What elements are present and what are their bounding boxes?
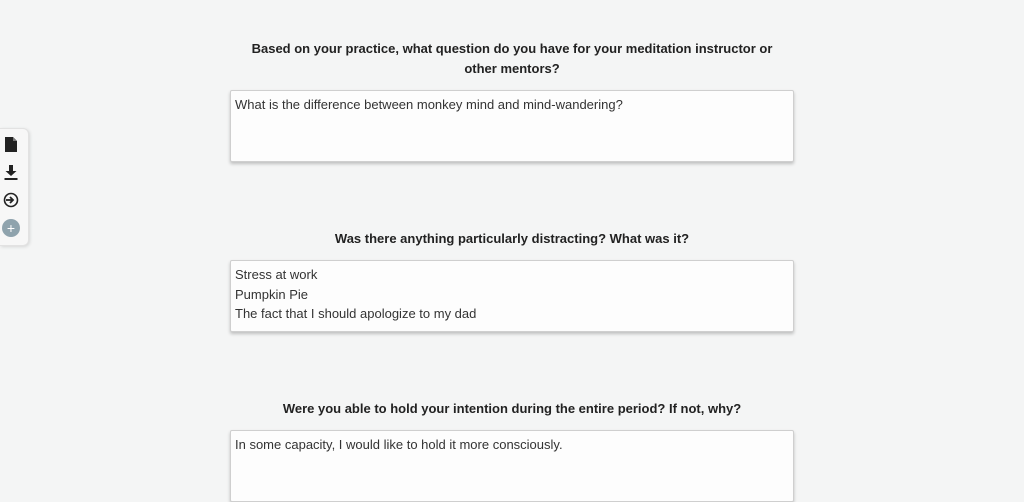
download-icon[interactable]	[2, 163, 20, 181]
side-toolbar: +	[0, 128, 29, 246]
answer-line: Pumpkin Pie	[235, 286, 308, 302]
add-button[interactable]: +	[2, 219, 20, 237]
answer-line: Stress at work	[235, 267, 318, 282]
question-intention: Were you able to hold your intention dur…	[282, 401, 742, 416]
answer-intention-field[interactable]: In some capacity, I would like to hold i…	[230, 430, 794, 502]
question-practice: Based on your practice, what question do…	[251, 41, 773, 76]
answer-line: The fact that I should apologize to my d…	[235, 306, 477, 321]
answer-line: In some capacity, I would like to hold i…	[235, 437, 563, 452]
question-distracting: Was there anything particularly distract…	[334, 231, 690, 246]
plus-icon: +	[6, 220, 16, 236]
import-icon[interactable]	[2, 191, 20, 209]
answer-line: What is the difference between monkey mi…	[235, 97, 623, 112]
answer-distracting-field[interactable]: Stress at work Pumpkin Pie The fact that…	[230, 260, 794, 332]
document-icon[interactable]	[2, 135, 20, 153]
answer-practice-field[interactable]: What is the difference between monkey mi…	[230, 90, 794, 162]
